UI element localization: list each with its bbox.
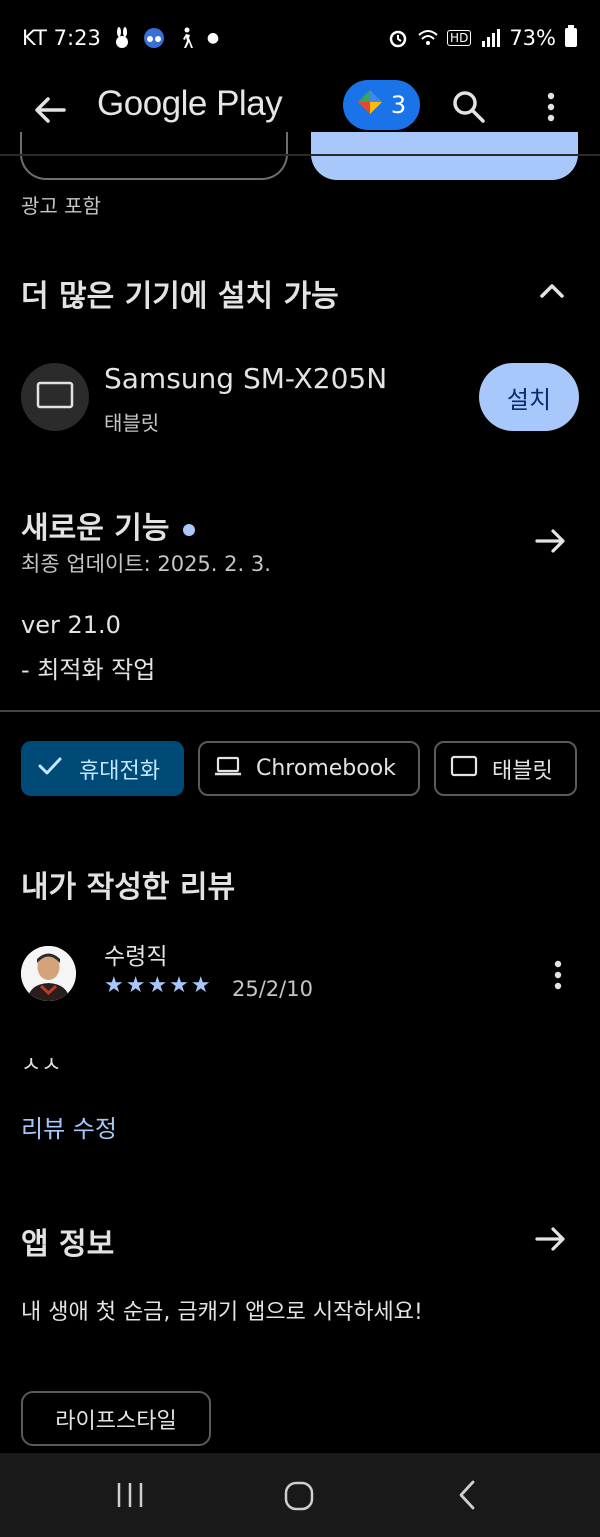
review-date: 25/2/10 xyxy=(232,977,313,1001)
play-points-button[interactable]: 3 xyxy=(343,80,420,130)
tablet-icon xyxy=(36,381,74,413)
partial-outline-button[interactable] xyxy=(20,132,288,180)
battery-icon xyxy=(564,24,578,52)
play-points-count: 3 xyxy=(390,91,407,119)
back-arrow-icon[interactable] xyxy=(30,90,70,130)
contains-ads-label: 광고 포함 xyxy=(21,194,101,218)
review-stars: ★★★★★ xyxy=(104,973,213,998)
carrier-time: KT 7:23 xyxy=(22,26,101,50)
device-type: 태블릿 xyxy=(104,411,160,435)
battery-percent: 73% xyxy=(509,26,556,50)
partial-install-button[interactable] xyxy=(311,132,578,180)
app-info-arrow-icon[interactable] xyxy=(533,1222,569,1256)
device-install-button[interactable]: 설치 xyxy=(479,363,579,431)
back-nav-icon[interactable] xyxy=(455,1479,479,1511)
edit-review-link[interactable]: 리뷰 수정 xyxy=(21,1109,117,1144)
status-bar: KT 7:23 ● HD 73% xyxy=(22,20,578,56)
walking-icon xyxy=(175,27,197,49)
alarm-icon xyxy=(387,27,409,49)
more-options-icon[interactable] xyxy=(533,87,569,127)
hd-icon: HD xyxy=(447,30,472,46)
play-points-diamond-icon xyxy=(357,89,383,121)
more-devices-title: 더 많은 기기에 설치 가능 xyxy=(21,279,339,314)
device-icon-container xyxy=(21,363,89,431)
chip-chromebook-label: Chromebook xyxy=(256,756,396,781)
last-updated: 최종 업데이트: 2025. 2. 3. xyxy=(21,552,271,576)
chip-tablet-label: 태블릿 xyxy=(492,758,553,784)
review-text: ㅅㅅ xyxy=(21,1053,62,1078)
chip-phone[interactable]: 휴대전화 xyxy=(21,741,184,796)
google-play-logo[interactable]: Google Play xyxy=(97,84,283,124)
rabbit-icon xyxy=(111,27,133,49)
category-tag[interactable]: 라이프스타일 xyxy=(21,1391,211,1446)
character-icon xyxy=(143,27,165,49)
search-icon[interactable] xyxy=(449,87,489,127)
review-author: 수령직 xyxy=(104,944,168,970)
tablet-icon xyxy=(450,755,478,783)
signal-icon xyxy=(479,27,501,49)
app-info-title[interactable]: 앱 정보 xyxy=(21,1219,114,1263)
chip-phone-label: 휴대전화 xyxy=(79,758,160,784)
app-description: 내 생애 첫 순금, 금캐기 앱으로 시작하세요! xyxy=(21,1300,423,1325)
check-icon xyxy=(37,755,63,783)
laptop-icon xyxy=(214,755,242,783)
recent-apps-icon[interactable] xyxy=(114,1481,146,1509)
app-bar-divider xyxy=(0,154,600,156)
chevron-up-icon[interactable] xyxy=(535,276,569,306)
whats-new-title[interactable]: 새로운 기능 xyxy=(21,503,196,547)
whats-new-title-text: 새로운 기능 xyxy=(21,511,170,546)
notification-dot: ● xyxy=(206,30,220,46)
avatar xyxy=(21,946,76,1001)
my-review-title: 내가 작성한 리뷰 xyxy=(21,870,236,905)
update-note: - 최적화 작업 xyxy=(21,656,156,684)
version-text: ver 21.0 xyxy=(21,611,121,639)
wifi-icon xyxy=(417,27,439,49)
whats-new-arrow-icon[interactable] xyxy=(533,524,569,558)
new-indicator-dot xyxy=(183,523,196,536)
review-more-icon[interactable] xyxy=(540,955,576,995)
chip-chromebook[interactable]: Chromebook xyxy=(198,741,420,796)
device-name: Samsung SM-X205N xyxy=(104,362,388,395)
chip-tablet[interactable]: 태블릿 xyxy=(434,741,577,796)
home-icon[interactable] xyxy=(283,1480,315,1512)
section-divider xyxy=(0,710,600,712)
system-nav-bar xyxy=(0,1453,600,1537)
